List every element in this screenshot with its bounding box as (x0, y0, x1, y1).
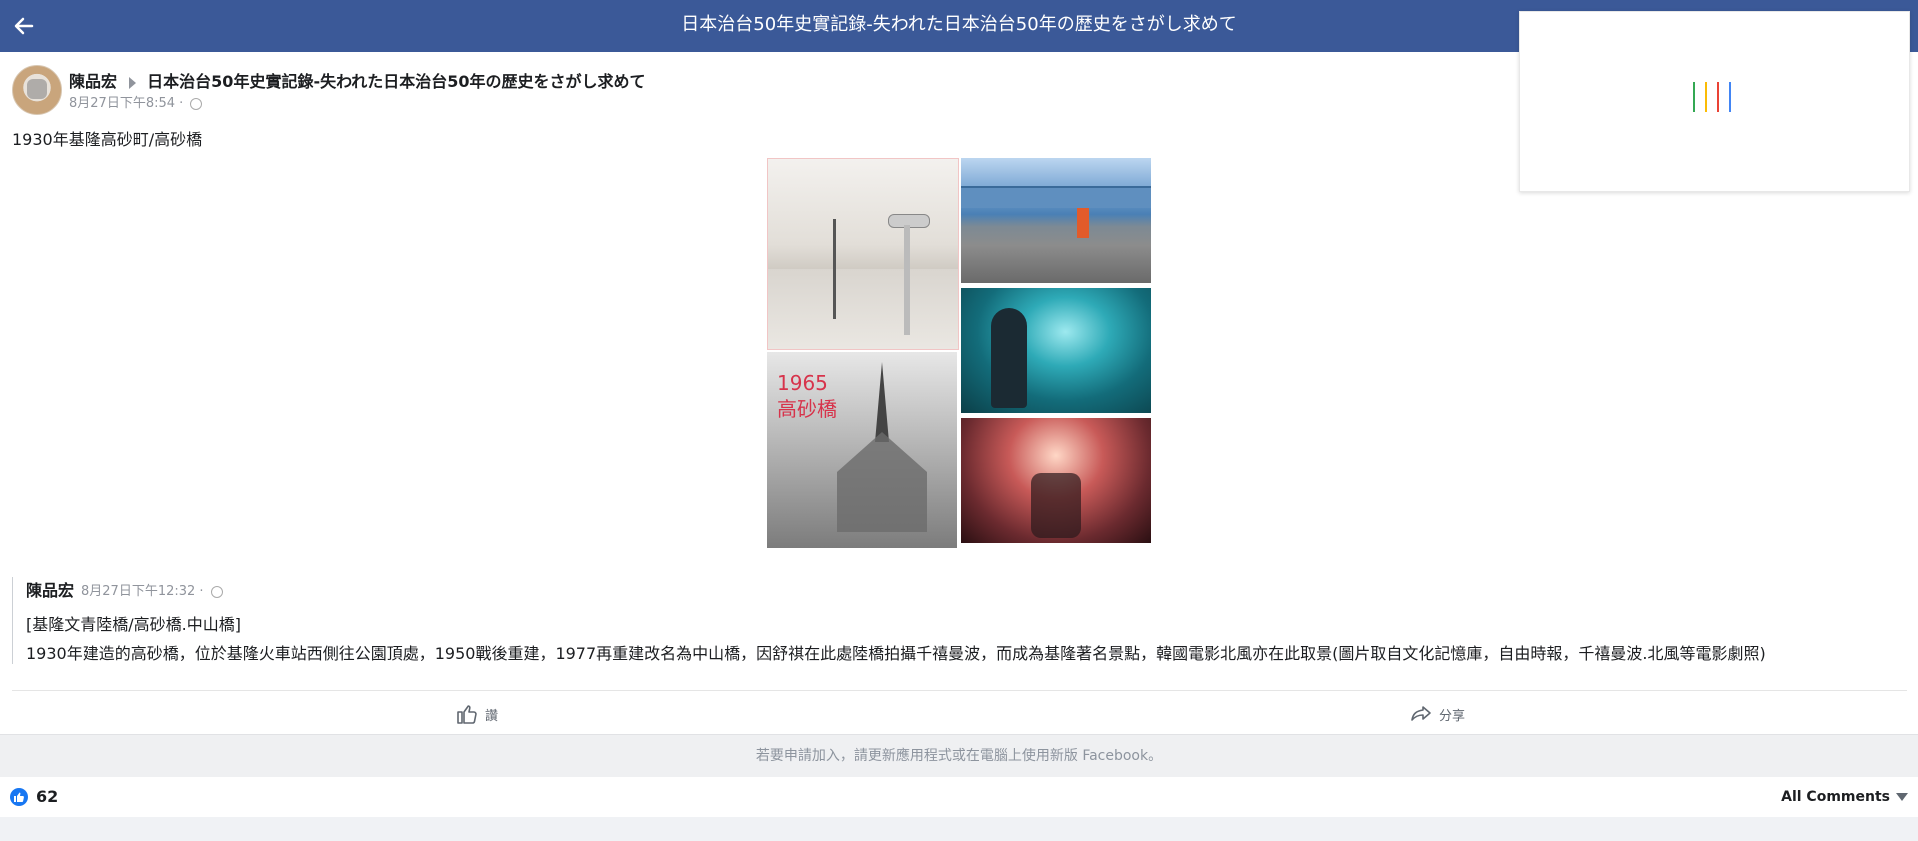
author-name[interactable]: 陳品宏 (69, 72, 117, 91)
photo-3[interactable] (961, 288, 1151, 413)
loading-bar (1729, 82, 1731, 112)
avatar[interactable] (12, 65, 62, 115)
quote-time[interactable]: 8月27日下午12:32 · (81, 584, 204, 599)
post-timestamp[interactable]: 8月27日下午8:54 · (69, 92, 203, 111)
share-icon (1411, 706, 1431, 721)
post-text: 1930年基隆高砂町/高砂橋 (12, 130, 203, 149)
quote-timestamp[interactable]: 8月27日下午12:32 · (81, 580, 223, 599)
photo-overlay-name: 高砂橋 (777, 397, 837, 421)
photo-4[interactable]: 1965 高砂橋 (767, 352, 957, 548)
photo-spire (875, 362, 889, 442)
reactions-footer: 62 All Comments (0, 777, 1918, 817)
quote-bar (12, 577, 13, 664)
photo-pole (833, 219, 836, 319)
triangle-right-icon (128, 76, 136, 89)
photo-sign (1077, 208, 1089, 238)
photo-2[interactable] (961, 158, 1151, 283)
divider (12, 690, 1907, 691)
loading-bar (1705, 82, 1707, 112)
group-name[interactable]: 日本治台50年史實記錄-失われた日本治台50年の歴史をさがし求めて (147, 72, 645, 91)
photo-road (768, 269, 958, 349)
quote-author[interactable]: 陳品宏 (26, 577, 74, 601)
photo-5[interactable] (961, 418, 1151, 543)
loading-panel (1519, 11, 1910, 192)
photo-1[interactable] (767, 158, 959, 350)
photo-overlay-label: 1965 高砂橋 (777, 370, 837, 422)
photo-grid: 1965 高砂橋 (767, 158, 1153, 548)
post-time[interactable]: 8月27日下午8:54 · (69, 96, 183, 111)
photo-roof (837, 432, 927, 532)
photo-people (1031, 473, 1081, 538)
thumbs-up-icon (14, 792, 24, 802)
like-count[interactable]: 62 (10, 787, 58, 806)
thumbs-up-icon (457, 705, 477, 724)
post-header: 陳品宏 日本治台50年史實記錄-失われた日本治台50年の歴史をさがし求めて (69, 68, 646, 92)
all-comments-dropdown[interactable]: All Comments (1781, 789, 1908, 805)
avatar-image (27, 79, 47, 99)
photo-figure (991, 308, 1027, 408)
like-button[interactable]: 讚 (455, 700, 498, 728)
photo-tower-stem (904, 225, 910, 335)
share-label: 分享 (1439, 708, 1466, 724)
globe-icon (210, 585, 223, 598)
quote-title: [基隆文青陸橋/高砂橋.中山橋] (26, 615, 241, 634)
photo-bridge (961, 186, 1151, 208)
loading-bar (1717, 82, 1719, 112)
like-label: 讚 (485, 708, 499, 724)
loading-bar (1693, 82, 1695, 112)
share-button[interactable]: 分享 (1409, 700, 1465, 728)
like-reaction-icon (10, 787, 28, 806)
chevron-down-icon (1896, 793, 1908, 801)
banner-text: 若要申請加入，請更新應用程式或在電腦上使用新版 Facebook。 (755, 748, 1163, 764)
loading-bars (1693, 82, 1731, 112)
all-comments-label: All Comments (1781, 789, 1890, 805)
globe-icon (190, 97, 203, 110)
update-app-banner: 若要申請加入，請更新應用程式或在電腦上使用新版 Facebook。 (0, 734, 1918, 777)
like-count-value: 62 (36, 787, 59, 806)
photo-overlay-year: 1965 (777, 371, 828, 395)
quote-body: 1930年建造的高砂橋，位於基隆火車站西側往公園頂處，1950戰後重建，1977… (26, 644, 1766, 663)
